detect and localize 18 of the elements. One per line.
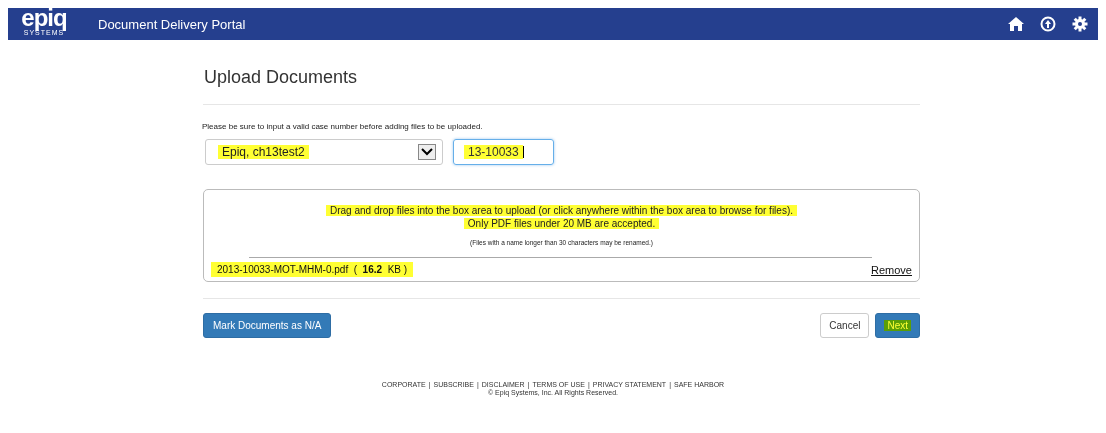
drop-instruction: Only PDF files under 20 MB are accepted. xyxy=(463,218,660,229)
case-select[interactable]: Epiq, ch13test2 xyxy=(205,139,443,165)
page-title: Upload Documents xyxy=(204,67,359,88)
portal-title: Document Delivery Portal xyxy=(98,16,246,32)
drop-zone[interactable] xyxy=(203,189,920,282)
remove-link[interactable]: Remove xyxy=(871,263,912,276)
upload-icon[interactable] xyxy=(1040,16,1056,32)
chevron-down-icon xyxy=(418,144,436,160)
case-number-value: 13-10033 xyxy=(464,145,523,159)
case-number-field[interactable]: 13-10033 xyxy=(453,139,554,165)
settings-icon[interactable] xyxy=(1072,16,1088,32)
instruction-text: Please be sure to input a valid case number before adding files to be uploaded. xyxy=(202,122,484,131)
drop-instruction: Drag and drop files into the box area to upload (or click anywhere within the box area to browse for files). xyxy=(326,205,797,216)
file-name: 2013-10033-MOT-MHM-0.pdf ( 16.2 KB ) xyxy=(211,262,414,277)
case-name: Epiq, ch13test2 xyxy=(218,145,309,159)
mark-na-button[interactable]: Mark Documents as N/A xyxy=(203,313,332,338)
home-icon[interactable] xyxy=(1008,17,1024,31)
cancel-button[interactable]: Cancel xyxy=(820,313,870,338)
